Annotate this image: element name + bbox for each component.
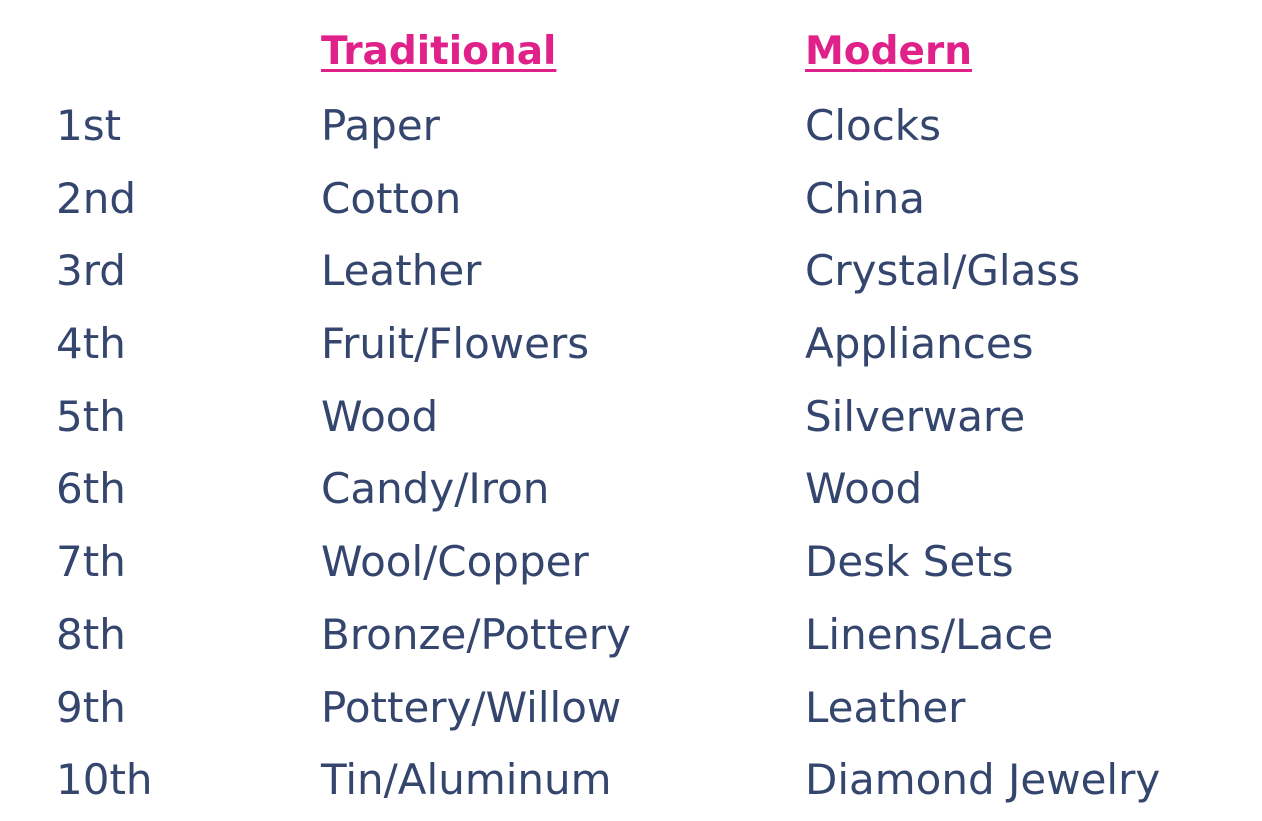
year-cell: 10th [56,755,153,805]
table-row: 3rd Leather Crystal/Glass [0,235,1262,308]
modern-cell: China [805,173,925,223]
traditional-cell: Bronze/Pottery [321,609,631,659]
traditional-cell: Paper [321,101,440,150]
table-row: 5th Wood Silverware [0,381,1262,454]
modern-cell: Diamond Jewelry [805,755,1161,805]
traditional-cell: Candy/Iron [321,464,550,514]
traditional-cell: Pottery/Willow [321,682,622,732]
modern-cell: Appliances [805,319,1034,369]
traditional-cell: Fruit/Flowers [321,319,590,369]
year-cell: 4th [56,319,126,369]
table-row: 6th Candy/Iron Wood [0,453,1262,526]
modern-cell: Crystal/Glass [805,246,1081,296]
table-row: 4th Fruit/Flowers Appliances [0,308,1262,381]
modern-cell: Desk Sets [805,537,1014,587]
modern-cell: Wood [805,464,923,514]
year-cell: 2nd [56,173,137,223]
table-row: 9th Pottery/Willow Leather [0,672,1262,745]
table-row: 2nd Cotton China [0,163,1262,236]
year-cell: 9th [56,682,126,732]
traditional-cell: Wool/Copper [321,537,589,587]
traditional-cell: Tin/Aluminum [321,755,612,805]
traditional-cell: Wood [321,391,439,441]
table-row: 7th Wool/Copper Desk Sets [0,526,1262,599]
table-row: 10th Tin/Aluminum Diamond Jewelry [0,744,1262,817]
header-row: Traditional Modern [0,22,1262,82]
table-row: 8th Bronze/Pottery Linens/Lace [0,599,1262,672]
traditional-cell: Cotton [321,173,462,223]
year-cell: 7th [56,537,126,587]
year-cell: 5th [56,391,126,441]
traditional-column-header: Traditional [321,29,557,74]
modern-cell: Silverware [805,391,1026,441]
traditional-cell: Leather [321,246,482,296]
modern-column-header: Modern [805,29,972,74]
table-row: 1st Paper Clocks [0,90,1262,163]
modern-cell: Clocks [805,101,941,150]
year-cell: 1st [56,101,122,150]
modern-cell: Linens/Lace [805,609,1054,659]
modern-cell: Leather [805,682,966,732]
year-cell: 8th [56,609,126,659]
year-cell: 6th [56,464,126,514]
anniversary-gifts-table: Traditional Modern 1st Paper Clocks 2nd … [0,0,1262,821]
table-body: 1st Paper Clocks 2nd Cotton China 3rd Le… [0,90,1262,817]
year-cell: 3rd [56,246,126,296]
